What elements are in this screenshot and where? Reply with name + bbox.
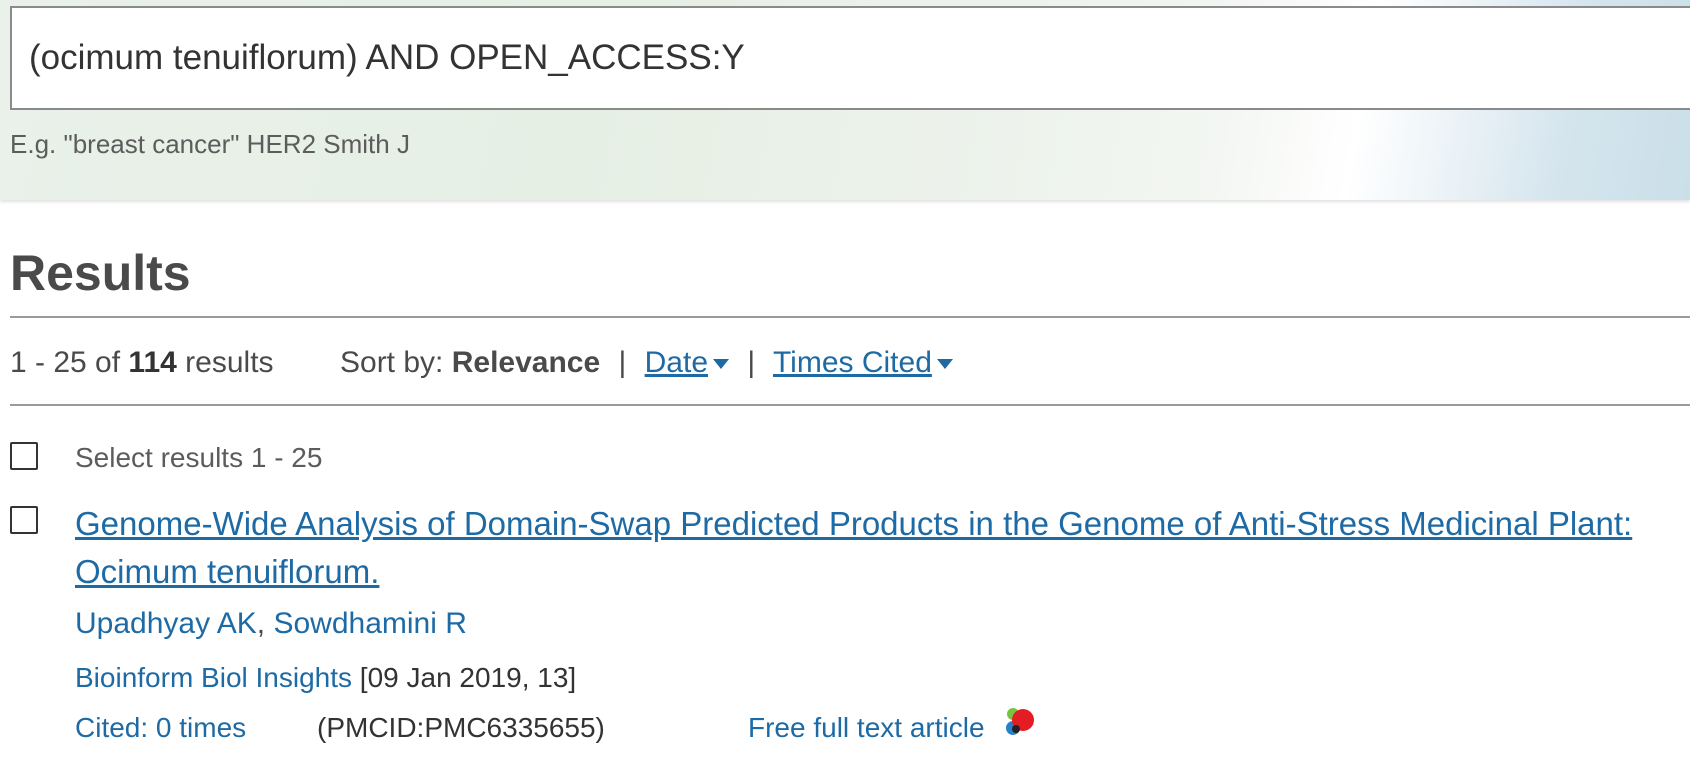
sort-separator: | [747,346,756,379]
results-range: 1 - 25 of [10,346,121,379]
author-separator: , [256,607,274,640]
article-date-volume: [09 Jan 2019, 13] [359,662,577,693]
article-title-link[interactable]: Genome-Wide Analysis of Domain-Swap Pred… [75,500,1675,596]
results-count: 1 - 25 of 114 results [10,346,274,380]
author-link[interactable]: Sowdhamini R [273,607,466,640]
europe-pmc-full-text-icon[interactable] [999,702,1039,742]
sort-times-cited-link[interactable]: Times Cited [773,346,953,379]
sort-active-relevance: Relevance [451,346,601,379]
sort-separator: | [618,346,627,379]
select-all-label: Select results 1 - 25 [75,442,323,473]
article-checkbox[interactable] [10,506,38,534]
journal-link[interactable]: Bioinform Biol Insights [75,662,352,693]
caret-down-icon [936,359,953,370]
results-total: 114 [128,346,177,379]
sort-label: Sort by: [340,346,444,379]
results-suffix: results [185,346,274,379]
divider [10,404,1690,406]
article-journal-line: Bioinform Biol Insights [09 Jan 2019, 13… [75,662,576,694]
cited-count-link[interactable]: Cited: 0 times [75,712,246,744]
article-authors: Upadhyay AK, Sowdhamini R [75,607,467,641]
pmcid-label: (PMCID:PMC6335655) [317,712,605,743]
search-input[interactable] [10,6,1690,110]
free-full-text-link[interactable]: Free full text article [748,712,985,744]
divider [10,316,1690,318]
sort-date-link[interactable]: Date [645,346,730,379]
results-heading: Results [10,245,191,301]
select-all-checkbox[interactable] [10,442,38,470]
sort-bar: Sort by: Relevance | Date | Times Cited [340,346,953,380]
author-link[interactable]: Upadhyay AK [75,607,257,640]
caret-down-icon [713,359,730,370]
search-banner: E.g. "breast cancer" HER2 Smith J [0,0,1690,200]
search-hint: E.g. "breast cancer" HER2 Smith J [10,129,410,159]
